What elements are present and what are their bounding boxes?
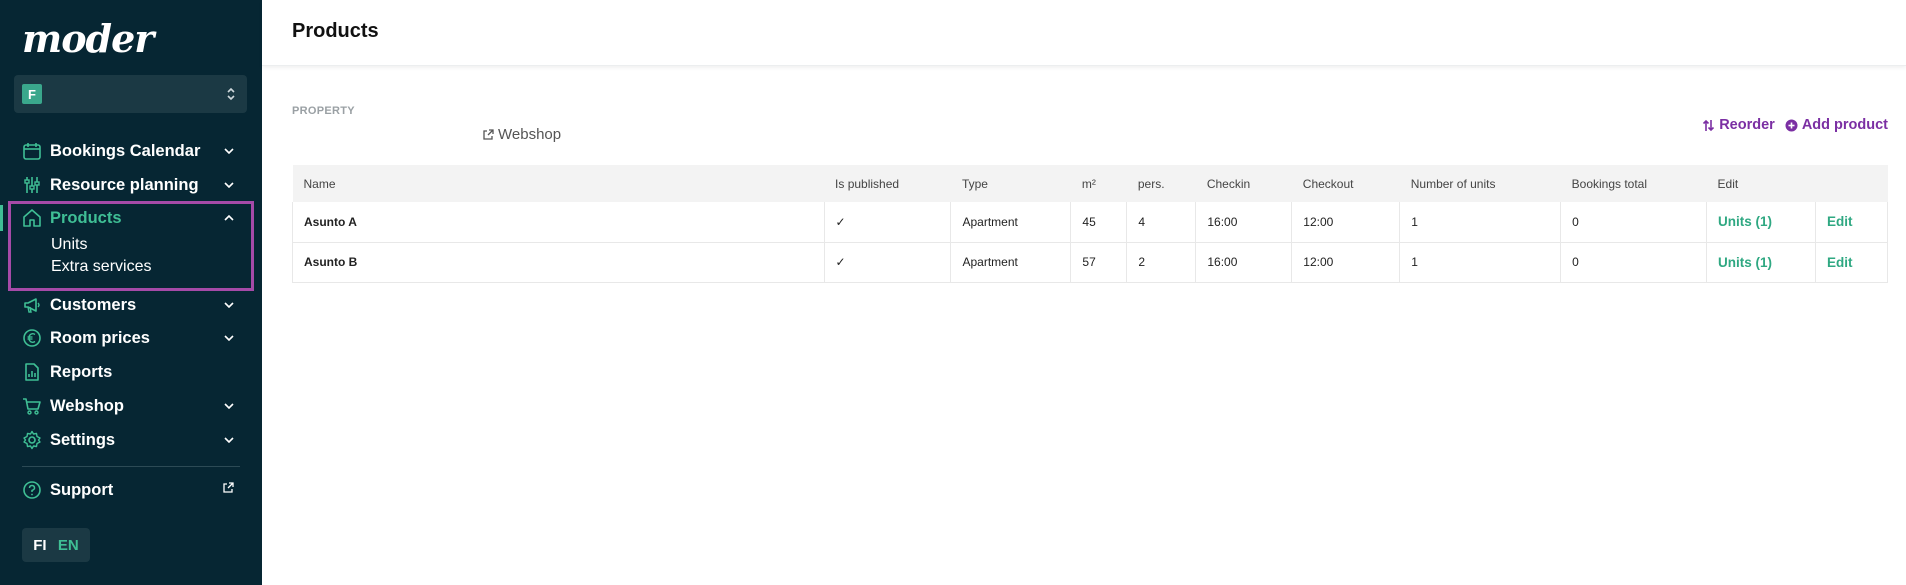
column-header[interactable]: m² — [1070, 165, 1127, 202]
checkout-time: 12:00 — [1291, 202, 1400, 243]
product-actions: Reorder Add product — [1702, 117, 1888, 133]
top-bar: Products — [262, 0, 1906, 66]
column-header[interactable]: Bookings total — [1560, 165, 1707, 202]
sidebar-item-settings[interactable]: Settings — [22, 427, 242, 453]
product-type: Apartment — [950, 202, 1071, 243]
sidebar-item-label: Webshop — [50, 396, 124, 415]
page-title: Products — [292, 20, 379, 42]
checkout-time: 12:00 — [1291, 242, 1400, 283]
units-link[interactable]: Units (1) — [1718, 214, 1772, 229]
edit-link[interactable]: Edit — [1827, 255, 1853, 270]
product-persons: 2 — [1126, 242, 1196, 283]
product-area: 57 — [1070, 242, 1127, 283]
sidebar-item-reports[interactable]: Reports — [22, 359, 242, 385]
chevron-down-icon — [224, 401, 234, 411]
edit-link[interactable]: Edit — [1827, 214, 1853, 229]
published-check: ✓ — [823, 202, 951, 243]
column-header: Edit — [1706, 165, 1816, 202]
external-link-icon — [483, 128, 494, 140]
number-of-units: 1 — [1399, 202, 1561, 243]
checkin-time: 16:00 — [1195, 242, 1292, 283]
euro-icon — [22, 328, 42, 348]
sidebar-item-webshop[interactable]: Webshop — [22, 393, 242, 419]
lang-fi-button[interactable]: FI — [33, 537, 46, 554]
table-row: Asunto A ✓ Apartment 45 4 16:00 12:00 1 … — [292, 202, 1889, 243]
sidebar-item-label: Room prices — [50, 328, 150, 347]
sidebar-item-label: Resource planning — [50, 175, 199, 194]
sidebar: moder F Bookings Calendar Resource plann… — [0, 0, 262, 585]
column-header[interactable]: Name — [292, 165, 825, 202]
sidebar-item-bookings-calendar[interactable]: Bookings Calendar — [22, 138, 242, 164]
table-row: Asunto B ✓ Apartment 57 2 16:00 12:00 1 … — [292, 242, 1889, 283]
help-circle-icon — [22, 480, 42, 500]
cart-icon — [22, 396, 42, 416]
sidebar-item-label: Settings — [50, 430, 116, 449]
sidebar-item-customers[interactable]: Customers — [22, 292, 242, 318]
sidebar-item-label: Bookings Calendar — [50, 141, 201, 160]
organization-select[interactable]: F — [14, 75, 247, 113]
language-switch: FI EN — [22, 528, 90, 562]
column-header[interactable]: Checkin — [1195, 165, 1292, 202]
webshop-link[interactable]: Webshop — [482, 126, 561, 143]
chevron-down-icon — [224, 146, 234, 156]
reorder-button[interactable]: Reorder — [1702, 117, 1775, 133]
add-product-button[interactable]: Add product — [1785, 117, 1888, 133]
column-header[interactable]: Checkout — [1291, 165, 1400, 202]
chevron-down-icon — [224, 435, 234, 445]
column-header[interactable]: Is published — [824, 165, 951, 202]
org-initial-badge: F — [22, 84, 42, 104]
sidebar-divider — [22, 466, 240, 467]
product-name: Asunto A — [292, 202, 825, 243]
sidebar-item-room-prices[interactable]: Room prices — [22, 325, 242, 351]
megaphone-icon — [22, 295, 42, 315]
units-link[interactable]: Units (1) — [1718, 255, 1772, 270]
chevron-down-icon — [224, 180, 234, 190]
sidebar-item-label: Customers — [50, 295, 137, 314]
sidebar-item-support[interactable]: Support — [22, 477, 242, 503]
bookings-total: 0 — [1560, 202, 1707, 243]
external-link-icon — [222, 481, 234, 499]
column-header[interactable]: Type — [950, 165, 1071, 202]
column-header — [1815, 165, 1888, 202]
sidebar-item-label: Support — [50, 480, 114, 499]
report-icon — [22, 362, 42, 382]
checkin-time: 16:00 — [1195, 202, 1292, 243]
bookings-total: 0 — [1560, 242, 1707, 283]
product-name: Asunto B — [292, 242, 825, 283]
add-product-label: Add product — [1801, 117, 1888, 133]
plus-circle-icon — [1785, 119, 1798, 131]
product-area: 45 — [1070, 202, 1127, 243]
sidebar-item-label: Reports — [50, 362, 113, 381]
product-persons: 4 — [1126, 202, 1196, 243]
chevron-down-icon — [224, 333, 234, 343]
main-content: PROPERTY Webshop Reorder Add product Nam… — [262, 67, 1906, 585]
table-header-row: Name Is published Type m² pers. Checkin … — [292, 165, 1888, 202]
number-of-units: 1 — [1399, 242, 1561, 283]
published-check: ✓ — [823, 242, 951, 283]
chevron-up-down-icon — [225, 87, 237, 101]
reorder-label: Reorder — [1719, 117, 1775, 133]
calendar-icon — [22, 141, 42, 161]
gear-icon — [22, 430, 42, 450]
product-type: Apartment — [950, 242, 1071, 283]
products-table: Name Is published Type m² pers. Checkin … — [292, 165, 1889, 283]
sliders-icon — [22, 175, 42, 195]
reorder-icon — [1703, 119, 1715, 131]
column-header[interactable]: pers. — [1126, 165, 1196, 202]
moder-logo[interactable]: moder — [22, 16, 154, 61]
active-indicator — [0, 205, 3, 231]
sidebar-item-resource-planning[interactable]: Resource planning — [22, 172, 242, 198]
chevron-down-icon — [224, 300, 234, 310]
column-header[interactable]: Number of units — [1399, 165, 1561, 202]
property-label: PROPERTY — [292, 105, 355, 117]
highlight-box — [8, 201, 254, 291]
lang-en-button[interactable]: EN — [58, 537, 79, 554]
webshop-link-label: Webshop — [498, 126, 562, 143]
